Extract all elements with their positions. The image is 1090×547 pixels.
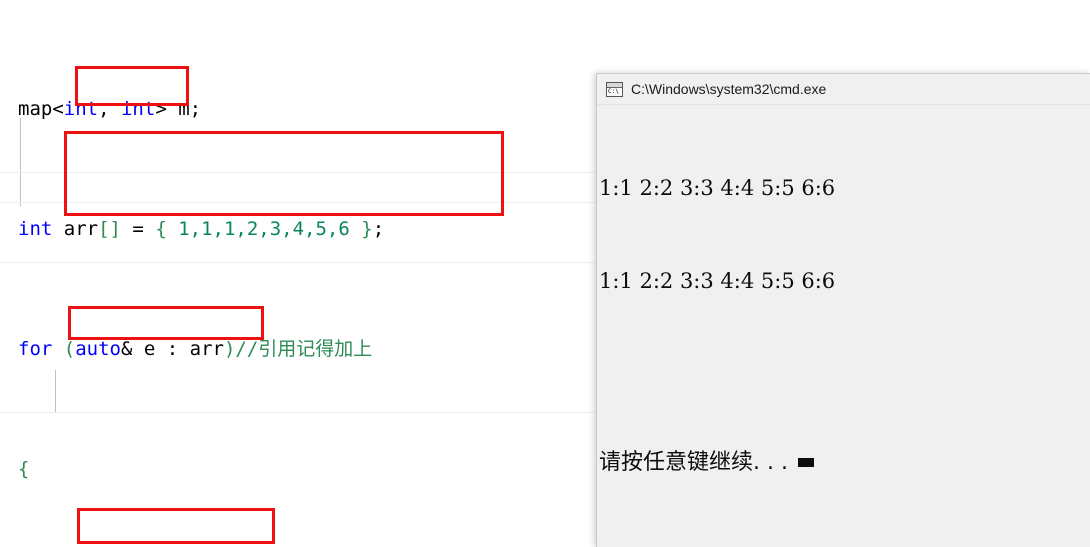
- cmd-output-line: 1:1 2:2 3:3 4:4 5:5 6:6: [599, 176, 836, 200]
- cmd-prompt-line: 请按任意键继续. . .: [599, 447, 1090, 478]
- cmd-output-area[interactable]: 1:1 2:2 3:3 4:4 5:5 6:6 1:1 2:2 3:3 4:4 …: [597, 105, 1090, 540]
- code-block[interactable]: map<int, int> m; int arr[] = { 1,1,1,2,3…: [18, 4, 498, 547]
- cmd-title-label: C:\Windows\system32\cmd.exe: [631, 81, 827, 97]
- cmd-blank-line: [599, 359, 1090, 385]
- cmd-output-line: 1:1 2:2 3:3 4:4 5:5 6:6: [599, 269, 836, 293]
- cmd-console-window[interactable]: C:\Windows\system32\cmd.exe 1:1 2:2 3:3 …: [596, 73, 1090, 547]
- cmd-prompt-text: 请按任意键继续. . .: [599, 450, 788, 475]
- code-line: map<int, int> m;: [18, 98, 202, 120]
- console-icon: [606, 81, 623, 97]
- code-line: for (auto& e : arr)//引用记得加上: [18, 338, 373, 360]
- code-line: int arr[] = { 1,1,1,2,3,4,5,6 };: [18, 218, 385, 240]
- cursor-block: [797, 458, 814, 467]
- cmd-title-bar[interactable]: C:\Windows\system32\cmd.exe: [597, 74, 1090, 105]
- code-line: {: [18, 458, 30, 480]
